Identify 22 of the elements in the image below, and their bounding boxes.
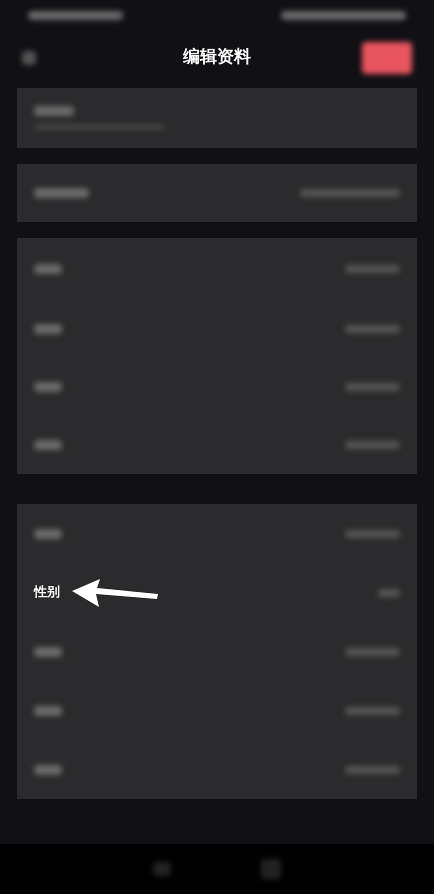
blurred-text [34, 764, 62, 774]
blurred-text [345, 530, 400, 538]
blurred-text [345, 383, 400, 391]
blurred-text [378, 588, 400, 596]
save-button[interactable] [362, 42, 412, 74]
blurred-text [34, 264, 62, 274]
blurred-text [34, 646, 62, 656]
blurred-text [34, 188, 89, 198]
blurred-text [345, 325, 400, 333]
blurred-text [345, 648, 400, 656]
blurred-text [345, 706, 400, 714]
blurred-text [34, 706, 62, 716]
blurred-text [345, 766, 400, 774]
blurred-text [345, 265, 400, 273]
page-title: 编辑资料 [183, 46, 251, 70]
blurred-text [34, 324, 62, 334]
blurred-text [34, 106, 74, 116]
blurred-text [34, 528, 62, 538]
gender-label: 性别 [34, 584, 60, 602]
blurred-text [345, 441, 400, 449]
blurred-text [34, 440, 62, 450]
blurred-text [34, 382, 62, 392]
